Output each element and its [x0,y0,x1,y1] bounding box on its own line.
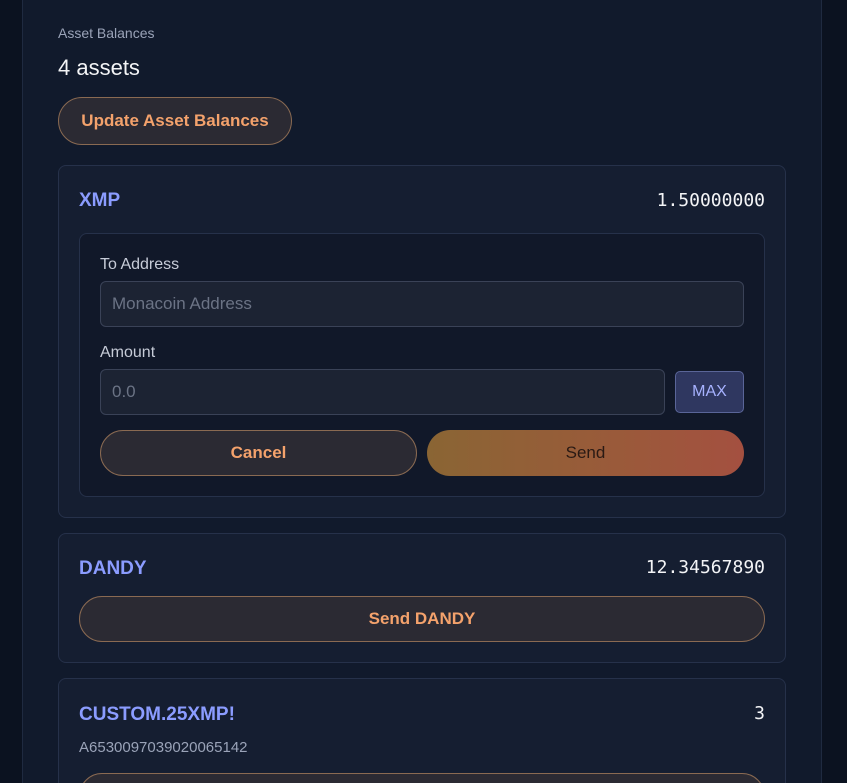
section-label: Asset Balances [58,25,155,41]
asset-balance: 3 [754,703,765,724]
to-address-input[interactable] [100,281,744,327]
asset-card-xmp: XMP 1.50000000 To Address Amount MAX Can… [58,165,786,518]
asset-id: A6530097039020065142 [79,739,248,756]
send-custom-button[interactable] [79,773,765,783]
asset-balance: 12.34567890 [645,557,765,578]
send-dandy-button[interactable]: Send DANDY [79,596,765,642]
amount-label: Amount [100,344,156,361]
cancel-button[interactable]: Cancel [100,430,417,476]
send-form: To Address Amount MAX Cancel Send [79,233,765,497]
asset-name: DANDY [79,558,147,579]
asset-name: CUSTOM.25XMP! [79,704,235,725]
asset-balance: 1.50000000 [656,190,765,211]
asset-count: 4 assets [58,55,140,80]
max-button[interactable]: MAX [675,371,744,413]
asset-name: XMP [79,190,121,211]
amount-input[interactable] [100,369,665,415]
send-button[interactable]: Send [427,430,744,476]
to-address-label: To Address [100,256,180,273]
update-asset-balances-button[interactable]: Update Asset Balances [58,97,292,145]
asset-card-dandy: DANDY 12.34567890 Send DANDY [58,533,786,663]
asset-card-custom: CUSTOM.25XMP! 3 A6530097039020065142 [58,678,786,783]
